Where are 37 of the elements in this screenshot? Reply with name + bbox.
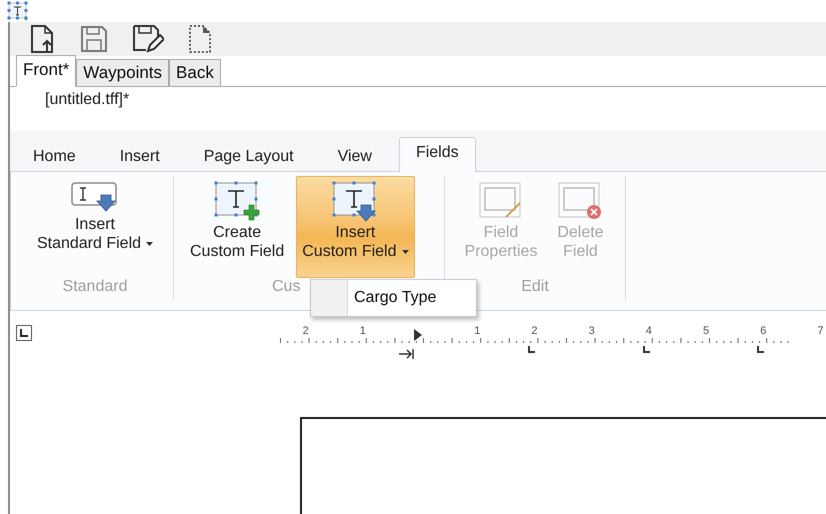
ruler-number: 3 — [588, 325, 595, 337]
indent-marker-icon[interactable] — [414, 329, 422, 341]
ribbon-tab[interactable]: Fields — [398, 137, 476, 172]
document-tab[interactable]: Front* — [16, 55, 76, 87]
ruler-number: 2 — [531, 325, 538, 337]
indent-arrow-icon[interactable] — [399, 349, 415, 359]
ruler-number: 5 — [703, 325, 710, 337]
ribbon-button[interactable]: Insert Standard Field — [30, 176, 160, 278]
save-edit-icon[interactable] — [132, 24, 164, 54]
ruler-number: 4 — [646, 325, 652, 337]
ribbon-button[interactable]: Create Custom Field — [184, 176, 290, 278]
group-label: Standard — [62, 278, 128, 295]
document-tab[interactable]: Waypoints — [76, 59, 170, 86]
create-field-icon — [212, 179, 262, 223]
menu-item[interactable]: Cargo Type — [348, 280, 436, 316]
ruler-number: 7 — [817, 325, 824, 337]
document-tab[interactable]: Back — [169, 59, 221, 86]
tab-stop-button[interactable] — [16, 325, 32, 341]
ruler-number: 1 — [360, 325, 366, 337]
tab-stop-icon[interactable] — [757, 346, 764, 353]
ribbon-tab[interactable]: Insert — [102, 141, 177, 172]
tab-stop-icon[interactable] — [642, 346, 650, 353]
save-icon[interactable] — [80, 25, 108, 53]
blank-page-icon[interactable] — [188, 24, 212, 54]
ruler-number: 1 — [474, 325, 480, 337]
new-file-icon[interactable] — [30, 24, 56, 54]
ruler-number: 6 — [760, 325, 766, 337]
tab-stop-icon[interactable] — [528, 346, 536, 353]
group-label: Edit — [521, 278, 549, 295]
group-label: Cus — [272, 278, 300, 295]
ribbon-tab[interactable]: View — [320, 141, 389, 172]
document-title: [untitled.tff]* — [45, 91, 130, 108]
ribbon-tab[interactable]: Page Layout — [186, 141, 311, 172]
ruler-number: 2 — [302, 325, 309, 337]
ribbon-tab[interactable]: Home — [16, 141, 93, 172]
tab-stop-icon — [20, 329, 28, 337]
ribbon-button[interactable]: Insert Custom Field — [296, 176, 414, 278]
